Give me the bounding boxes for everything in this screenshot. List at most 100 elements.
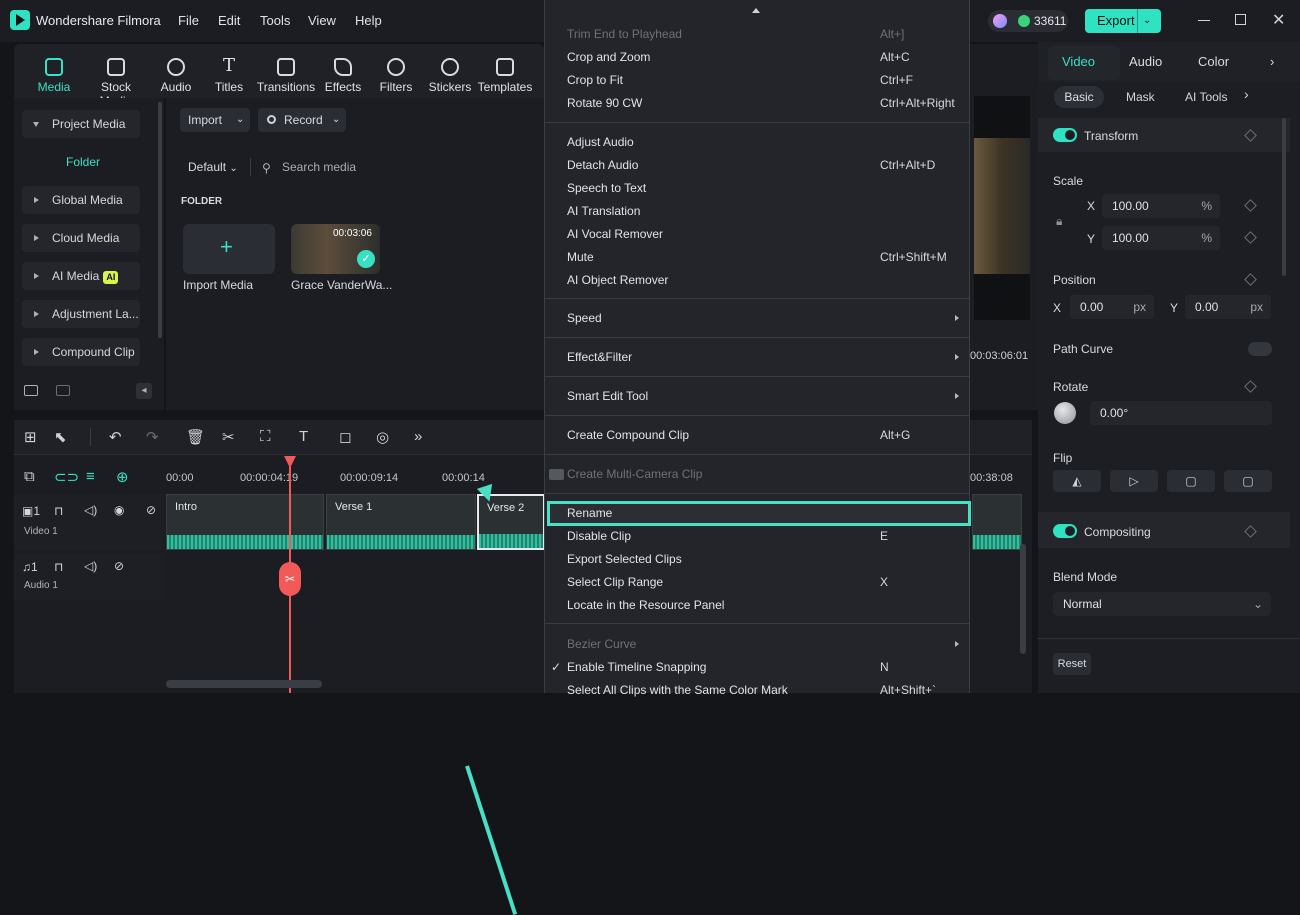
redo-icon[interactable]: ↷: [146, 428, 159, 446]
menu-item-crop-to-fit[interactable]: Crop to Fit Ctrl+F: [545, 69, 969, 92]
subtab-basic[interactable]: Basic: [1054, 86, 1104, 108]
add-track-icon[interactable]: ⧉: [24, 468, 35, 485]
credits-badge[interactable]: 33611: [988, 10, 1068, 32]
menu-edit[interactable]: Edit: [218, 13, 240, 28]
menu-item-select-clip-range[interactable]: Select Clip Range X: [545, 571, 969, 594]
scrollbar[interactable]: [158, 102, 162, 338]
menu-item-rename[interactable]: Rename: [545, 502, 969, 525]
shape-icon[interactable]: ◻: [339, 428, 351, 446]
menu-item-disable-clip[interactable]: Disable Clip E: [545, 525, 969, 548]
timeline-clip-end[interactable]: [972, 494, 1022, 550]
compositing-toggle[interactable]: [1053, 524, 1077, 538]
menu-item-ai-object-remover[interactable]: AI Object Remover: [545, 269, 969, 292]
collapse-sidebar-icon[interactable]: ◂: [136, 383, 152, 399]
menu-item-rotate-90-cw[interactable]: Rotate 90 CW Ctrl+Alt+Right: [545, 92, 969, 115]
tab-audio[interactable]: Audio: [146, 52, 206, 94]
eye-icon[interactable]: ◉: [114, 503, 124, 517]
menu-item-speed[interactable]: Speed: [545, 307, 969, 330]
mute-icon[interactable]: ⊘: [146, 503, 156, 517]
record-dropdown[interactable]: Record ⌄: [258, 108, 346, 132]
path-curve-toggle[interactable]: [1248, 342, 1272, 356]
layout-icon[interactable]: ⊞: [24, 428, 37, 446]
import-dropdown[interactable]: Import ⌄: [180, 108, 250, 132]
maximize-icon[interactable]: [1235, 14, 1246, 25]
menu-item-smart-edit-tool[interactable]: Smart Edit Tool: [545, 385, 969, 408]
ripple-icon[interactable]: ≡: [86, 468, 95, 485]
menu-item-create-compound-clip[interactable]: Create Compound Clip Alt+G: [545, 424, 969, 447]
sort-dropdown[interactable]: Default ⌄: [188, 160, 238, 174]
link-icon[interactable]: ⊂⊃: [54, 468, 79, 486]
more-tools-icon[interactable]: »: [414, 428, 422, 445]
import-media-tile[interactable]: +: [183, 224, 275, 274]
folder-icon[interactable]: [56, 385, 70, 396]
scroll-up-icon[interactable]: [752, 8, 760, 13]
tab-templates[interactable]: Templates: [475, 52, 535, 94]
flip-vertical-button[interactable]: ▷: [1110, 470, 1158, 492]
scissors-icon[interactable]: ✂: [279, 562, 301, 596]
tab-titles[interactable]: T Titles: [199, 52, 259, 95]
subtab-ai-tools[interactable]: AI Tools: [1185, 90, 1227, 104]
position-y-input[interactable]: 0.00 px: [1185, 295, 1271, 319]
position-x-input[interactable]: 0.00 px: [1070, 295, 1154, 319]
vertical-scrollbar[interactable]: [1020, 544, 1026, 654]
chevron-right-icon[interactable]: ›: [1270, 54, 1274, 69]
menu-file[interactable]: File: [178, 13, 199, 28]
keyframe-icon[interactable]: [1244, 231, 1257, 244]
crop-icon[interactable]: ⛶: [260, 428, 271, 445]
scrollbar[interactable]: [1282, 118, 1286, 276]
menu-item-ai-translation[interactable]: AI Translation: [545, 200, 969, 223]
menu-tools[interactable]: Tools: [260, 13, 290, 28]
menu-item-speech-to-text[interactable]: Speech to Text: [545, 177, 969, 200]
tab-stickers[interactable]: Stickers: [420, 52, 480, 94]
undo-icon[interactable]: ↶: [109, 428, 122, 446]
chevron-right-icon[interactable]: ›: [1244, 86, 1249, 102]
lock-icon[interactable]: ⊓: [54, 504, 63, 518]
menu-item-select-all-clips-with-the-same-color-mark[interactable]: Select All Clips with the Same Color Mar…: [545, 679, 969, 702]
blend-mode-select[interactable]: Normal ⌄: [1053, 592, 1271, 616]
sidebar-item-global-media[interactable]: Global Media: [22, 186, 140, 214]
menu-help[interactable]: Help: [355, 13, 382, 28]
sidebar-item-adjustment-layer[interactable]: Adjustment La...: [22, 300, 140, 328]
tab-color[interactable]: Color: [1198, 54, 1229, 69]
timeline-clip-verse-1[interactable]: Verse 1: [326, 494, 476, 550]
menu-item-crop-and-zoom[interactable]: Crop and Zoom Alt+C: [545, 46, 969, 69]
sidebar-item-cloud-media[interactable]: Cloud Media: [22, 224, 140, 252]
timeline-clip-intro[interactable]: Intro: [166, 494, 324, 550]
export-button[interactable]: Export ⌄: [1085, 9, 1161, 33]
scale-x-input[interactable]: 100.00%: [1102, 194, 1220, 218]
rotate-right-button[interactable]: ▢: [1167, 470, 1215, 492]
menu-item-adjust-audio[interactable]: Adjust Audio: [545, 131, 969, 154]
volume-icon[interactable]: ◁): [84, 559, 97, 573]
keyframe-icon[interactable]: [1244, 273, 1257, 286]
tab-video[interactable]: Video: [1062, 54, 1095, 69]
timeline-clip-verse-2[interactable]: Verse 2: [477, 494, 545, 550]
select-tool-icon[interactable]: ⬉: [54, 428, 67, 446]
sidebar-item-compound-clip[interactable]: Compound Clip: [22, 338, 140, 366]
minimize-icon[interactable]: [1198, 20, 1210, 21]
media-clip-thumbnail[interactable]: 00:03:06 ✓: [291, 224, 380, 274]
menu-item-detach-audio[interactable]: Detach Audio Ctrl+Alt+D: [545, 154, 969, 177]
tab-effects[interactable]: Effects: [313, 52, 373, 94]
rotate-input[interactable]: 0.00°: [1090, 401, 1272, 425]
reset-button[interactable]: Reset: [1053, 653, 1091, 675]
menu-item-ai-vocal-remover[interactable]: AI Vocal Remover: [545, 223, 969, 246]
keyframe-icon[interactable]: [1244, 380, 1257, 393]
chevron-down-icon[interactable]: ⌄: [1143, 9, 1151, 33]
sidebar-item-folder[interactable]: Folder: [66, 155, 100, 169]
menu-view[interactable]: View: [308, 13, 336, 28]
split-icon[interactable]: ✂: [222, 428, 235, 446]
playhead-handle[interactable]: [284, 456, 296, 468]
lock-icon[interactable]: ⊓: [54, 560, 63, 574]
transform-toggle[interactable]: [1053, 128, 1077, 142]
menu-item-export-selected-clips[interactable]: Export Selected Clips: [545, 548, 969, 571]
scale-y-input[interactable]: 100.00%: [1102, 226, 1220, 250]
menu-item-enable-timeline-snapping[interactable]: Enable Timeline Snapping N ✓: [545, 656, 969, 679]
delete-icon[interactable]: 🗑︎: [186, 428, 205, 446]
subtab-mask[interactable]: Mask: [1126, 90, 1155, 104]
tab-filters[interactable]: Filters: [366, 52, 426, 94]
rotate-left-button[interactable]: ▢: [1224, 470, 1272, 492]
tab-transitions[interactable]: Transitions: [256, 52, 316, 94]
menu-item-effect-filter[interactable]: Effect&Filter: [545, 346, 969, 369]
speed-icon[interactable]: ◎: [376, 428, 389, 446]
tab-media[interactable]: Media: [24, 52, 84, 94]
